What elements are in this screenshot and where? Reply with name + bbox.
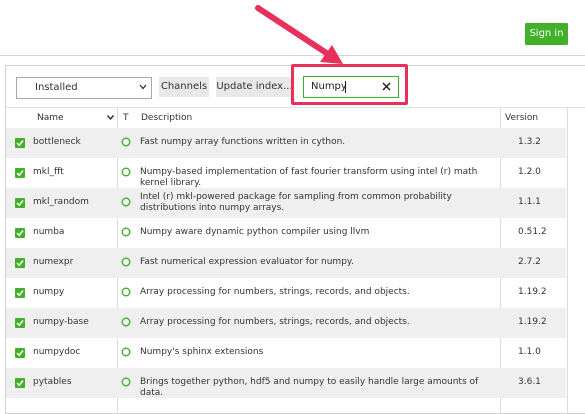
annotation-arrow-icon [255,5,343,64]
annotation-highlight-box [291,64,408,105]
